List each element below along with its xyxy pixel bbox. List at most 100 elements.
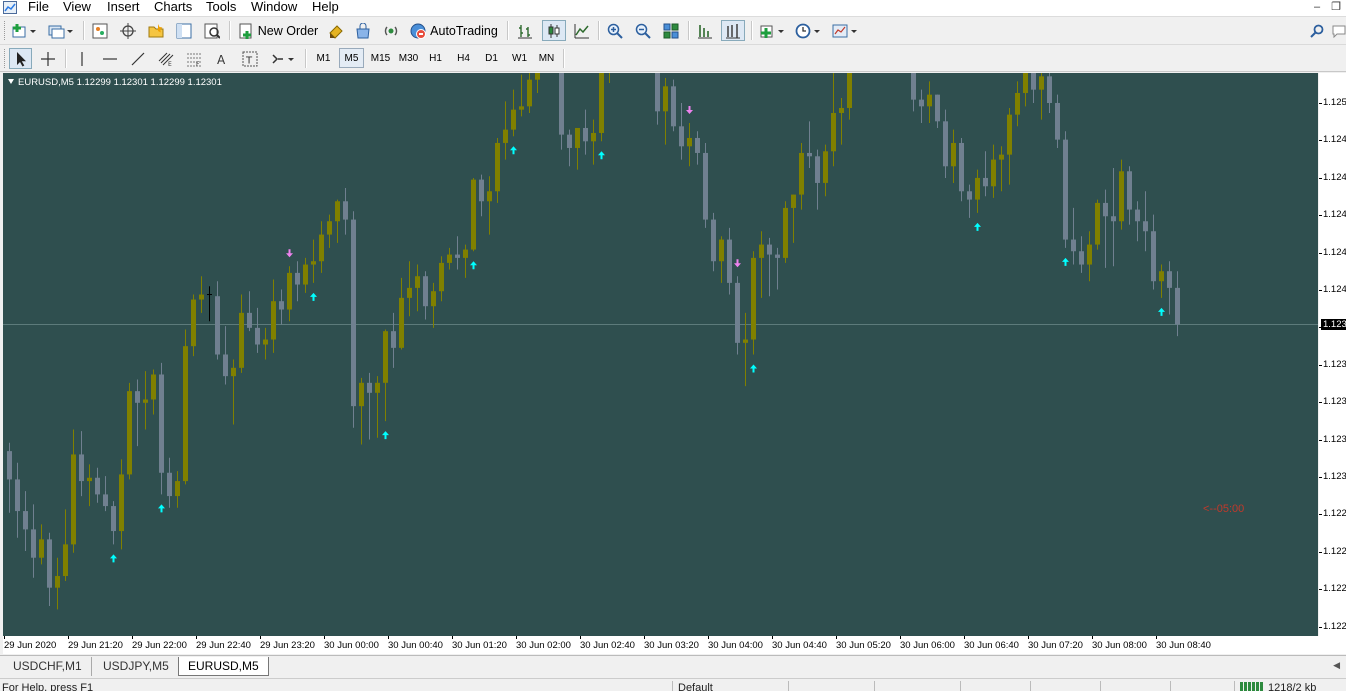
candle-body (519, 106, 524, 110)
candlestick-chart[interactable] (3, 73, 1318, 636)
timeframe-m30-button[interactable]: M30 (395, 48, 422, 68)
auto-scroll-button[interactable] (694, 20, 716, 41)
arrows-button[interactable] (267, 48, 299, 69)
candle-body (335, 201, 340, 222)
vertical-line-button[interactable] (71, 48, 93, 69)
menu-file[interactable]: File (24, 0, 53, 16)
line-chart-button[interactable] (571, 20, 593, 41)
time-label: 30 Jun 04:00 (708, 640, 763, 651)
sell-arrow-icon (286, 249, 293, 258)
menu-help[interactable]: Help (308, 0, 343, 16)
price-label: 1.124 (1323, 246, 1346, 258)
buy-arrow-icon (158, 504, 165, 513)
timeframe-m15-button[interactable]: M15 (367, 48, 394, 68)
restore-icon[interactable]: ❐ (1327, 0, 1345, 14)
text-button[interactable]: A (211, 48, 233, 69)
horizontal-line-button[interactable] (99, 48, 121, 69)
candle-body (975, 177, 980, 200)
chart-tab-eurusd[interactable]: EURUSD,M5 (178, 657, 269, 676)
periods-button[interactable] (793, 20, 825, 41)
candle-body (159, 374, 164, 473)
search-button[interactable] (1306, 20, 1328, 41)
candle-body (503, 129, 508, 143)
price-axis[interactable]: 1.125 1.124 1.124 1.124 1.124 1.124 1.123 1.123… (1319, 73, 1346, 654)
time-label: 29 Jun 2020 (4, 640, 57, 651)
price-tick (1319, 514, 1322, 516)
trendline-icon (131, 52, 145, 65)
templates-button[interactable] (830, 20, 862, 41)
menu-window[interactable]: Window (247, 0, 301, 16)
chart-tab-usdchf[interactable]: USDCHF,M1 (4, 657, 92, 676)
toolbar-separator (507, 21, 509, 40)
timeframe-m1-button[interactable]: M1 (311, 48, 336, 68)
candlestick-chart-button[interactable] (542, 20, 566, 41)
chart-tab-usdjpy[interactable]: USDJPY,M5 (94, 657, 179, 676)
timeframe-w1-button[interactable]: W1 (507, 48, 532, 68)
time-label: 30 Jun 08:40 (1156, 640, 1211, 651)
candle-body (415, 276, 420, 288)
navigator-button[interactable] (145, 20, 167, 41)
menu-charts[interactable]: Charts (150, 0, 196, 16)
candle-body (423, 276, 428, 307)
candle-body (39, 539, 44, 558)
signals-icon (384, 26, 398, 35)
buy-arrow-icon (110, 554, 117, 563)
candle-body (271, 301, 276, 340)
candle-body (447, 254, 452, 263)
strategy-tester-button[interactable] (201, 20, 223, 41)
data-window-button[interactable] (117, 20, 139, 41)
menu-tools[interactable]: Tools (202, 0, 240, 16)
timeframe-m5-button[interactable]: M5 (339, 48, 364, 68)
new-chart-button[interactable] (10, 20, 40, 41)
candle-body (999, 154, 1004, 160)
menu-insert[interactable]: Insert (103, 0, 144, 16)
text-label-button[interactable]: T (239, 48, 261, 69)
timeframe-mn-button[interactable]: MN (534, 48, 559, 68)
tile-windows-button[interactable] (660, 20, 682, 41)
time-axis[interactable]: 29 Jun 2020 29 Jun 21:20 29 Jun 22:00 29 Ju… (3, 636, 1319, 654)
fibonacci-button[interactable]: F (183, 48, 205, 69)
terminal-button[interactable] (173, 20, 195, 41)
cursor-button[interactable] (9, 48, 32, 69)
chart-title: EURUSD,M5 1.12299 1.12301 1.12299 1.1230… (8, 77, 222, 88)
candle-body (711, 219, 716, 262)
time-tick (4, 636, 5, 639)
bar-chart-button[interactable] (514, 20, 536, 41)
price-tick (1319, 103, 1322, 104)
strategy-tester-icon (204, 23, 220, 39)
signals-button[interactable] (380, 20, 402, 41)
crosshair-button[interactable] (37, 48, 59, 69)
candle-body (431, 291, 436, 307)
candle-body (1007, 114, 1012, 155)
price-tick (1319, 290, 1322, 291)
profiles-button[interactable] (45, 20, 77, 41)
candle-body (1103, 202, 1108, 217)
timeframe-h4-button[interactable]: H4 (451, 48, 476, 68)
time-label: 30 Jun 04:40 (772, 640, 827, 651)
equidistant-channel-button[interactable]: E (155, 48, 177, 69)
market-button[interactable] (352, 20, 374, 41)
market-watch-button[interactable] (89, 20, 111, 41)
menu-view[interactable]: View (59, 0, 95, 16)
zoom-out-button[interactable] (632, 20, 654, 41)
candle-body (487, 191, 492, 202)
chart-shift-button[interactable] (721, 20, 745, 41)
timeframe-d1-button[interactable]: D1 (479, 48, 504, 68)
metaeditor-button[interactable] (325, 20, 347, 41)
zoom-in-button[interactable] (604, 20, 626, 41)
candle-body (1167, 271, 1172, 288)
trendline-button[interactable] (127, 48, 149, 69)
crosshair-target-icon (120, 22, 136, 39)
minimize-icon[interactable]: – (1308, 0, 1326, 14)
new-order-button[interactable]: New Order (236, 20, 320, 41)
timeframe-h1-button[interactable]: H1 (423, 48, 448, 68)
tab-scroll-left-icon[interactable]: ◀ (1333, 660, 1340, 671)
toolbar-separator (65, 49, 67, 68)
toolbar-separator (598, 21, 600, 40)
candle-body (63, 544, 68, 577)
chat-button[interactable] (1331, 20, 1346, 41)
collapse-triangle-icon[interactable] (8, 79, 14, 84)
indicators-button[interactable] (757, 20, 789, 41)
candle-body (1087, 244, 1092, 265)
auto-trading-button[interactable]: AutoTrading (408, 20, 500, 41)
